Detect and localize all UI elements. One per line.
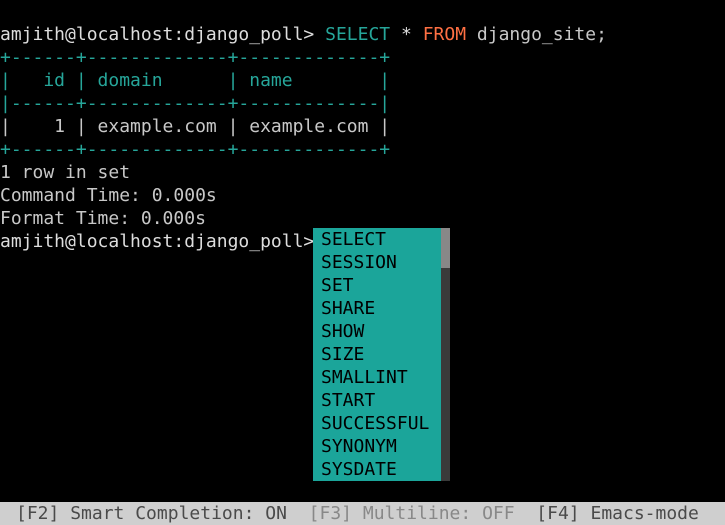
completion-item[interactable]: SYSDATE: [321, 458, 433, 481]
f4-label: Emacs-mode: [590, 503, 698, 524]
sql-table: django_site;: [477, 24, 607, 45]
f2-key: [F2]: [16, 503, 59, 524]
prompt-line-1: amjith@localhost:django_poll> SELECT * F…: [0, 24, 607, 45]
completion-item[interactable]: SIZE: [321, 343, 433, 366]
completion-item[interactable]: SHARE: [321, 297, 433, 320]
sql-from: FROM: [423, 24, 466, 45]
f3-value: OFF: [482, 503, 515, 524]
f4-key: [F4]: [536, 503, 579, 524]
completion-item[interactable]: SUCCESSFUL: [321, 412, 433, 435]
table-header: | id | domain | name |: [0, 70, 390, 91]
sql-star: *: [401, 24, 412, 45]
f2-label: Smart Completion:: [70, 503, 254, 524]
completion-scrollbar-thumb[interactable]: [441, 228, 450, 268]
completion-item[interactable]: START: [321, 389, 433, 412]
terminal-output: amjith@localhost:django_poll> SELECT * F…: [0, 0, 725, 253]
completion-item[interactable]: SET: [321, 274, 433, 297]
status-bar: [F2] Smart Completion: ON [F3] Multiline…: [0, 502, 725, 525]
sql-select: SELECT: [325, 24, 390, 45]
f3-label: Multiline:: [363, 503, 471, 524]
table-row: | 1 | example.com | example.com |: [0, 116, 390, 137]
completion-item[interactable]: SYNONYM: [321, 435, 433, 458]
rows-summary: 1 row in set: [0, 162, 130, 183]
completion-item[interactable]: SELECT: [321, 228, 433, 251]
completion-popup[interactable]: SELECT SESSION SET SHARE SHOW SIZE SMALL…: [313, 228, 441, 481]
completion-item[interactable]: SHOW: [321, 320, 433, 343]
current-input-line[interactable]: amjith@localhost:django_poll> s: [0, 231, 347, 252]
format-time: Format Time: 0.000s: [0, 208, 206, 229]
command-time: Command Time: 0.000s: [0, 185, 217, 206]
completion-item[interactable]: SMALLINT: [321, 366, 433, 389]
table-sep-mid: |------+-------------+-------------|: [0, 93, 390, 114]
table-sep-top: +------+-------------+-------------+: [0, 47, 390, 68]
prompt-text-2: amjith@localhost:django_poll>: [0, 231, 314, 252]
f3-key: [F3]: [309, 503, 352, 524]
prompt-text: amjith@localhost:django_poll>: [0, 24, 314, 45]
completion-item[interactable]: SESSION: [321, 251, 433, 274]
f2-value: ON: [265, 503, 287, 524]
table-sep-bot: +------+-------------+-------------+: [0, 139, 390, 160]
